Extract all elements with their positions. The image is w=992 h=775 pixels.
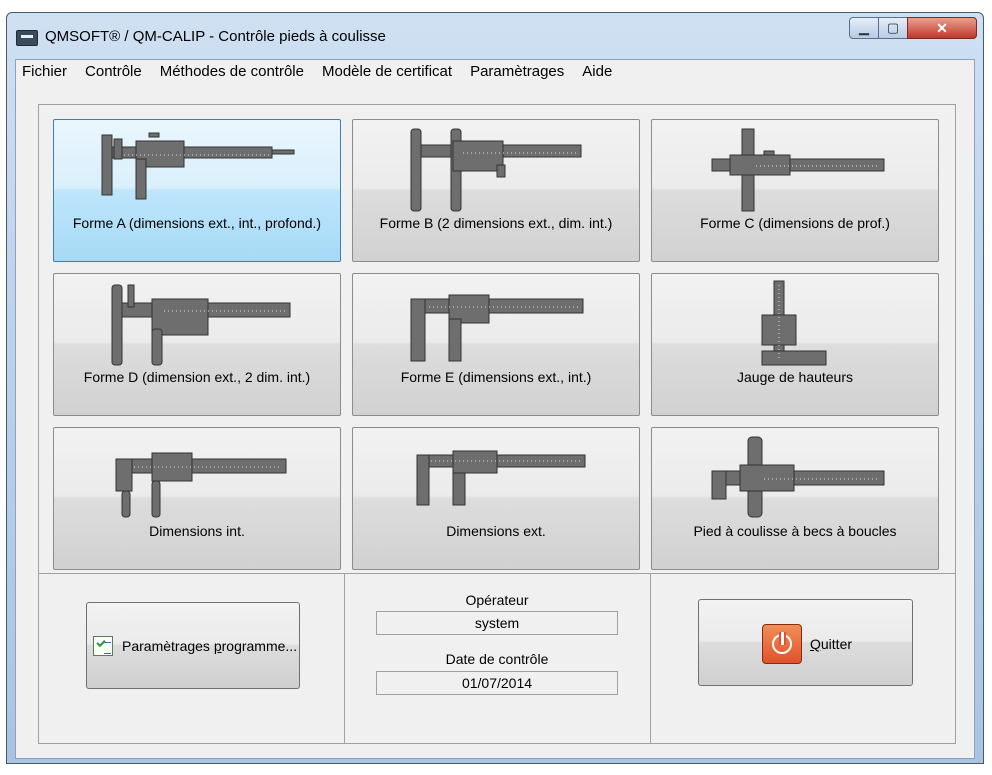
- tile-label: Dimensions int.: [149, 523, 245, 539]
- caliper-loop-jaws-icon: [711, 436, 885, 518]
- app-window: QMSOFT® / QM-CALIP - Contrôle pieds à co…: [6, 12, 984, 764]
- operator-label: Opérateur: [465, 592, 529, 608]
- tile-forme-c[interactable]: Forme C (dimensions de prof.): [651, 119, 939, 262]
- caliper-external-icon: [416, 450, 586, 506]
- tile-label: Forme C (dimensions de prof.): [700, 215, 890, 231]
- height-gauge-icon: [761, 280, 827, 366]
- menu-modele-certificat[interactable]: Modèle de certificat: [313, 60, 461, 84]
- caliper-form-a-icon: [101, 132, 295, 200]
- bottom-panel: Paramètrages programme... Opérateur syst…: [39, 573, 955, 744]
- date-label: Date de contrôle: [445, 651, 549, 667]
- app-icon[interactable]: [16, 30, 38, 46]
- tile-dimensions-ext[interactable]: Dimensions ext.: [352, 427, 640, 570]
- menu-fichier[interactable]: Fichier: [16, 60, 76, 84]
- menu-controle[interactable]: Contrôle: [76, 60, 151, 84]
- quit-button[interactable]: Quitter: [698, 599, 913, 686]
- title-bar[interactable]: QMSOFT® / QM-CALIP - Contrôle pieds à co…: [7, 13, 983, 61]
- tile-jauge-hauteurs[interactable]: Jauge de hauteurs: [651, 273, 939, 416]
- minimize-button[interactable]: ▁: [849, 17, 879, 39]
- menu-parametrages[interactable]: Paramètrages: [461, 60, 573, 84]
- tile-label: Dimensions ext.: [446, 523, 546, 539]
- caliper-form-c-icon: [711, 128, 885, 212]
- tile-forme-e[interactable]: Forme E (dimensions ext., int.): [352, 273, 640, 416]
- tile-label: Forme B (2 dimensions ext., dim. int.): [379, 215, 613, 231]
- date-field: 01/07/2014: [376, 671, 618, 695]
- caliper-form-e-icon: [410, 294, 584, 362]
- menu-aide[interactable]: Aide: [573, 60, 621, 84]
- menu-bar: Fichier Contrôle Méthodes de contrôle Mo…: [16, 60, 974, 84]
- caliper-form-d-icon: [111, 284, 291, 366]
- program-settings-button[interactable]: Paramètrages programme...: [86, 602, 300, 689]
- caliper-form-b-icon: [410, 128, 582, 212]
- caliper-internal-icon: [115, 452, 287, 518]
- tile-label: Forme D (dimension ext., 2 dim. int.): [83, 369, 311, 385]
- close-button[interactable]: ✕: [907, 17, 977, 39]
- program-settings-label: Paramètrages programme...: [122, 638, 298, 654]
- checklist-icon: [93, 636, 113, 656]
- form-selection-panel: Forme A (dimensions ext., int., profond.…: [38, 104, 956, 744]
- tile-forme-b[interactable]: Forme B (2 dimensions ext., dim. int.): [352, 119, 640, 262]
- window-title: QMSOFT® / QM-CALIP - Contrôle pieds à co…: [45, 28, 386, 45]
- tile-dimensions-int[interactable]: Dimensions int.: [53, 427, 341, 570]
- power-icon: [762, 624, 802, 664]
- tile-label: Pied à coulisse à becs à boucles: [693, 523, 897, 539]
- divider: [650, 574, 651, 744]
- quit-label: Quitter: [810, 636, 853, 652]
- operator-field: system: [376, 611, 618, 635]
- menu-methodes[interactable]: Méthodes de contrôle: [151, 60, 313, 84]
- tile-label: Jauge de hauteurs: [737, 369, 853, 385]
- tile-label: Forme A (dimensions ext., int., profond.…: [72, 215, 322, 231]
- tile-pied-coulisse-boucles[interactable]: Pied à coulisse à becs à boucles: [651, 427, 939, 570]
- tile-forme-a[interactable]: Forme A (dimensions ext., int., profond.…: [53, 119, 341, 262]
- tile-forme-d[interactable]: Forme D (dimension ext., 2 dim. int.): [53, 273, 341, 416]
- tile-label: Forme E (dimensions ext., int.): [400, 369, 592, 385]
- client-area: Fichier Contrôle Méthodes de contrôle Mo…: [15, 59, 975, 759]
- maximize-button[interactable]: ▢: [878, 17, 908, 39]
